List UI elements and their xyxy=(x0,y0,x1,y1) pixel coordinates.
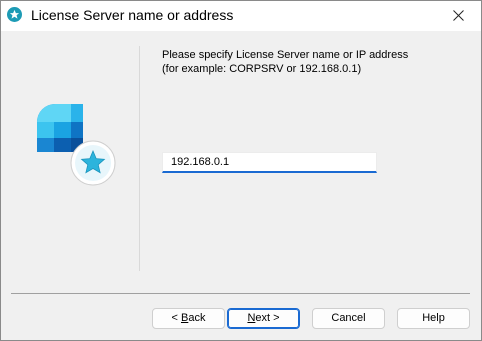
vertical-divider xyxy=(139,46,140,271)
app-star-icon xyxy=(7,7,22,22)
back-rest: ack xyxy=(188,312,206,324)
license-server-logo-icon xyxy=(37,104,119,186)
close-icon xyxy=(452,10,464,21)
help-button[interactable]: Help xyxy=(397,308,470,329)
next-rest: ext > xyxy=(255,312,280,324)
footer-divider xyxy=(11,293,470,294)
dialog-body: Please specify License Server name or IP… xyxy=(1,31,481,340)
back-prefix: < xyxy=(171,312,181,324)
cancel-button[interactable]: Cancel xyxy=(312,308,385,329)
instruction-line-1: Please specify License Server name or IP… xyxy=(162,49,409,61)
server-address-input[interactable]: 192.168.0.1 xyxy=(162,152,377,173)
dialog-window: License Server name or address Please sp… xyxy=(0,0,482,341)
window-title: License Server name or address xyxy=(31,7,234,23)
next-button[interactable]: Next > xyxy=(227,308,300,329)
close-button[interactable] xyxy=(435,1,481,30)
title-bar[interactable]: License Server name or address xyxy=(1,1,481,31)
instruction-line-2: (for example: CORPSRV or 192.168.0.1) xyxy=(162,63,362,75)
back-button[interactable]: < Back xyxy=(152,308,225,329)
instruction-text: Please specify License Server name or IP… xyxy=(162,48,408,76)
